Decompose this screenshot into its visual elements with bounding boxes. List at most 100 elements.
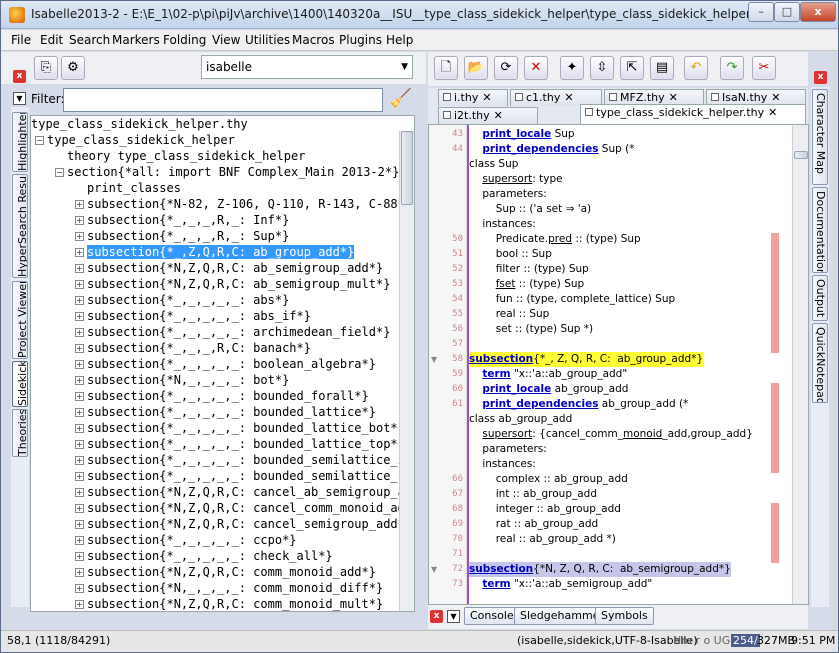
tree-node[interactable]: + subsection{*_,_,_,_,_: boolean_algebra*…	[75, 356, 376, 372]
tab-character-map[interactable]: Character Map	[812, 89, 828, 185]
expand-node-icon[interactable]: +	[75, 456, 84, 465]
code-line[interactable]: filter :: (type) Sup	[469, 262, 589, 277]
expand-node-icon[interactable]: +	[75, 600, 84, 609]
editor-scrollbar[interactable]	[792, 125, 808, 604]
bottom-dock-menu-icon[interactable]: ▼	[447, 610, 460, 623]
menu-file[interactable]: File	[11, 33, 31, 47]
code-line[interactable]: real :: Sup	[469, 307, 550, 322]
print-icon[interactable]: ▤	[650, 56, 674, 80]
tab-i2t-thy[interactable]: i2t.thy ✕	[438, 107, 538, 124]
code-line[interactable]: set :: (type) Sup *)	[469, 322, 593, 337]
menu-macros[interactable]: Macros	[292, 33, 335, 47]
sidekick-settings-icon[interactable]: ⚙	[61, 56, 85, 80]
tab-i-thy[interactable]: i.thy ✕	[438, 89, 508, 106]
expand-node-icon[interactable]: +	[75, 472, 84, 481]
tab-symbols[interactable]: Symbols	[595, 607, 654, 625]
tree-node[interactable]: + subsection{*_,Z,Q,R,C: ab_group_add*}	[75, 244, 355, 260]
code-line[interactable]: subsection{*_, Z, Q, R, C: ab_group_add*…	[469, 352, 704, 367]
menu-plugins[interactable]: Plugins	[339, 33, 382, 47]
tree-node[interactable]: + subsection{*_,_,_,_,_: bounded_forall*}	[75, 388, 369, 404]
code-line[interactable]: Sup :: ('a set ⇒ 'a)	[469, 202, 591, 217]
sidekick-tree[interactable]: type_class_sidekick_helper.thy − type_cla…	[30, 115, 415, 612]
parse-buffer-icon[interactable]: ⎘	[34, 56, 58, 80]
code-line[interactable]: parameters:	[469, 442, 546, 457]
tree-node[interactable]: + subsection{*_,_,_,_,_: abs_if*}	[75, 308, 311, 324]
tree-node[interactable]: print_classes	[75, 180, 181, 196]
expand-node-icon[interactable]: +	[75, 360, 84, 369]
expand-node-icon[interactable]: +	[75, 376, 84, 385]
menu-edit[interactable]: Edit	[40, 33, 63, 47]
new-view-icon[interactable]: ✦	[560, 56, 584, 80]
tree-node[interactable]: − section{*all: import BNF Complex_Main 2…	[55, 164, 399, 180]
expand-node-icon[interactable]: +	[75, 264, 84, 273]
clear-filter-broom-icon[interactable]: 🧹	[389, 88, 413, 112]
code-line[interactable]: bool :: Sup	[469, 247, 552, 262]
code-line[interactable]: subsection{*N, Z, Q, R, C: ab_semigroup_…	[469, 562, 731, 577]
expand-node-icon[interactable]: +	[75, 536, 84, 545]
tree-node[interactable]: + subsection{*N-82, Z-106, Q-110, R-143, …	[75, 196, 412, 212]
tree-node[interactable]: + subsection{*_,_,_,_,_: bounded_semilatt…	[75, 452, 412, 468]
parser-mode-select[interactable]: isabelle ▼	[201, 55, 413, 79]
undo-icon[interactable]: ↶	[684, 56, 708, 80]
code-line[interactable]: term "x::'a::ab_group_add"	[469, 367, 627, 382]
tree-node[interactable]: + subsection{*N,Z,Q,R,C: cancel_ab_semigr…	[75, 484, 412, 500]
menu-help[interactable]: Help	[386, 33, 413, 47]
code-line[interactable]: print_locale Sup	[469, 127, 574, 142]
code-line[interactable]: fset :: (type) Sup	[469, 277, 584, 292]
tree-node[interactable]: + subsection{*_,_,_,_,_: archimedean_fiel…	[75, 324, 390, 340]
buffer-flags[interactable]: Nm r o UG	[673, 634, 730, 647]
tab-output[interactable]: Output	[812, 275, 828, 321]
expand-node-icon[interactable]: +	[75, 200, 84, 209]
tree-node[interactable]: + subsection{*_,_,_,_,_: bounded_lattice*…	[75, 404, 376, 420]
code-line[interactable]: class Sup	[469, 157, 518, 172]
code-line[interactable]: parameters:	[469, 187, 546, 202]
menu-search[interactable]: Search	[69, 33, 110, 47]
maximize-button[interactable]: □	[774, 2, 800, 22]
collapse-node-icon[interactable]: −	[55, 168, 64, 177]
expand-node-icon[interactable]: +	[75, 584, 84, 593]
tree-node[interactable]: + subsection{*_,_,_,_,_: abs*}	[75, 292, 289, 308]
tree-node[interactable]: theory type_class_sidekick_helper	[55, 148, 305, 164]
tab-quicknotepad[interactable]: QuickNotepad	[812, 323, 828, 403]
tab-type-class-sidekick-helper[interactable]: type_class_sidekick_helper.thy ✕	[580, 104, 806, 124]
menu-markers[interactable]: Markers	[112, 33, 160, 47]
code-line[interactable]: term "x::'a::ab_semigroup_add"	[469, 577, 652, 592]
code-line[interactable]: print_locale ab_group_add	[469, 382, 628, 397]
close-tab-icon[interactable]: ✕	[482, 91, 491, 104]
open-file-icon[interactable]: 📂	[464, 56, 488, 80]
expand-node-icon[interactable]: +	[75, 232, 84, 241]
fold-icon[interactable]: ⇳	[590, 56, 614, 80]
reload-icon[interactable]: ⟳	[494, 56, 518, 80]
expand-node-icon[interactable]: +	[75, 296, 84, 305]
expand-node-icon[interactable]: +	[75, 328, 84, 337]
tree-node[interactable]: + subsection{*N,Z,Q,R,C: ab_semigroup_mul…	[75, 276, 390, 292]
tree-node[interactable]: + subsection{*_,_,_,_,_: ccpo*}	[75, 532, 297, 548]
code-line[interactable]: supersort: type	[469, 172, 562, 187]
tree-node[interactable]: + subsection{*_,_,_,_,_: bounded_lattice_…	[75, 436, 405, 452]
expand-node-icon[interactable]: +	[75, 408, 84, 417]
memory-used[interactable]: 254/	[731, 634, 760, 647]
expand-node-icon[interactable]: +	[75, 280, 84, 289]
tab-theories[interactable]: Theories	[12, 409, 28, 457]
expand-node-icon[interactable]: +	[75, 392, 84, 401]
code-line[interactable]: print_dependencies Sup (*	[469, 142, 634, 157]
collapse-node-icon[interactable]: −	[35, 136, 44, 145]
code-line[interactable]: fun :: (type, complete_lattice) Sup	[469, 292, 675, 307]
filter-input[interactable]	[63, 88, 383, 112]
close-buffer-icon[interactable]: ✕	[524, 56, 548, 80]
code-line[interactable]: instances:	[469, 217, 536, 232]
redo-icon[interactable]: ↷	[720, 56, 744, 80]
expand-node-icon[interactable]: +	[75, 568, 84, 577]
dock-menu-icon[interactable]: ▼	[13, 92, 26, 105]
expand-node-icon[interactable]: +	[75, 552, 84, 561]
code-line[interactable]: print_dependencies ab_group_add (*	[469, 397, 688, 412]
tree-node[interactable]: + subsection{*N,Z,Q,R,C: cancel_semigroup…	[75, 516, 412, 532]
close-window-button[interactable]: x	[800, 2, 836, 22]
tab-sidekick[interactable]: Sidekick	[12, 361, 28, 407]
minimize-button[interactable]: –	[748, 2, 774, 22]
expand-node-icon[interactable]: +	[75, 344, 84, 353]
menu-view[interactable]: View	[212, 33, 240, 47]
close-tab-icon[interactable]: ✕	[768, 106, 777, 119]
code-line[interactable]: complex :: ab_group_add	[469, 472, 628, 487]
tab-highlighter[interactable]: Highlighter	[12, 112, 28, 172]
